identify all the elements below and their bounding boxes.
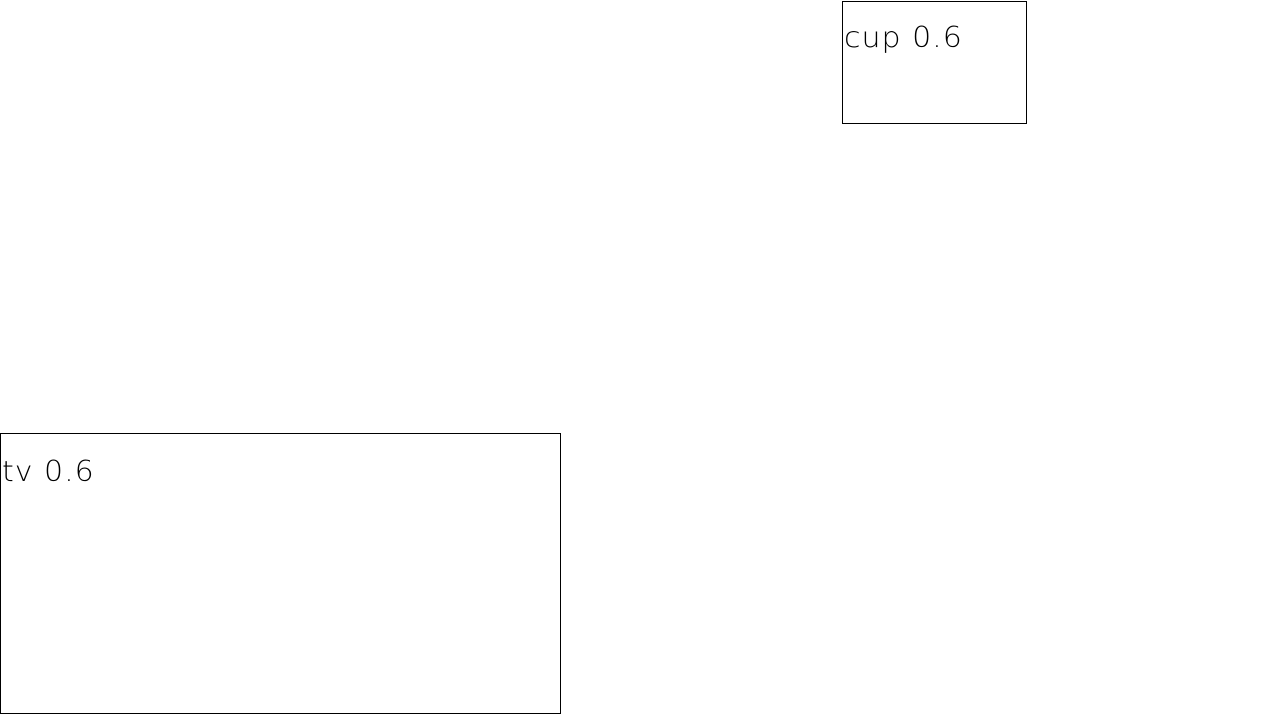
detection-box-tv: tv 0.6 (0, 433, 561, 714)
detection-box-cup: cup 0.6 (842, 1, 1027, 124)
detection-label-cup: cup 0.6 (844, 21, 963, 55)
detection-canvas: cup 0.6 tv 0.6 (0, 0, 1280, 720)
detection-label-tv: tv 0.6 (2, 455, 95, 489)
